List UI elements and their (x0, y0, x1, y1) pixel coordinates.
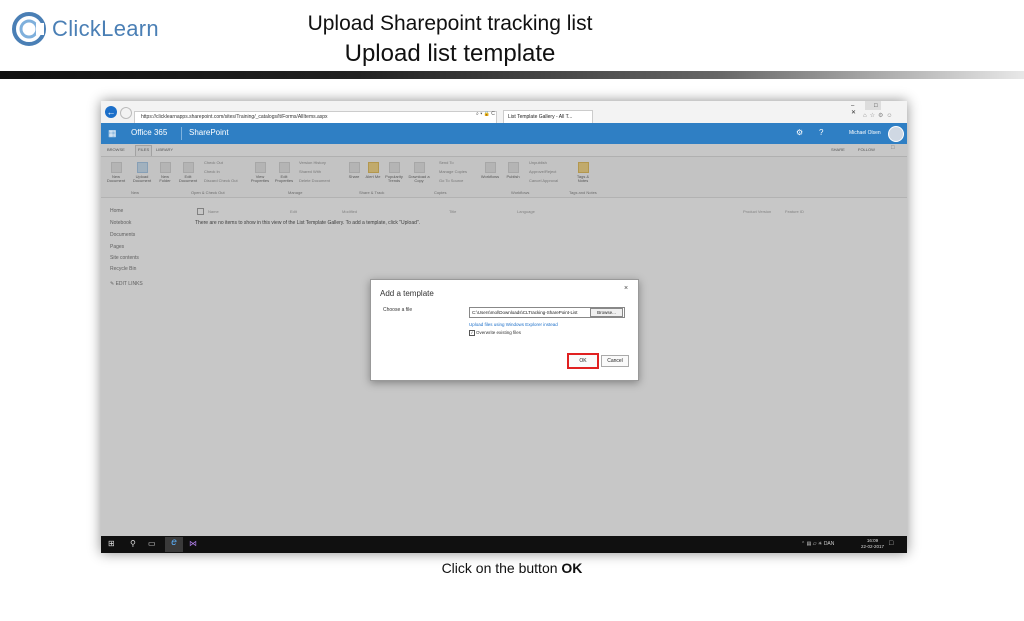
forward-button[interactable] (120, 107, 132, 119)
back-button[interactable]: ← (105, 106, 117, 118)
brand-name: ClickLearn (52, 16, 159, 41)
cancel-button[interactable]: Cancel (601, 355, 629, 367)
instruction-target: OK (561, 560, 583, 576)
visual-studio-icon[interactable]: ⋈ (189, 539, 197, 548)
taskbar: ⊞ ⚲ ▭ e ⋈ ⌃ ▤ ▱ ☀ DAN 16:09 22-02-2017 □ (101, 536, 907, 553)
add-template-dialog: Add a template × Choose a file C:\Users\… (370, 279, 639, 381)
dialog-title: Add a template (380, 289, 434, 298)
search-icon[interactable]: ⚲ (130, 539, 136, 548)
browser-icons[interactable]: ⌂☆⚙☺ (863, 112, 896, 119)
office365-title[interactable]: Office 365 (131, 128, 167, 137)
checkbox-check-icon[interactable]: ✓ (469, 330, 475, 336)
suite-bar: ▦ Office 365 SharePoint ⚙ ? Michael Olse… (101, 123, 907, 144)
internet-explorer-icon[interactable]: e (165, 537, 183, 552)
task-view-icon[interactable]: ▭ (148, 539, 156, 548)
ok-button[interactable]: OK (567, 353, 599, 369)
instruction-text: Click on the button OK (441, 560, 583, 576)
slide-title: Upload Sharepoint tracking list (307, 12, 593, 35)
windows-explorer-link[interactable]: Upload files using Windows Explorer inst… (469, 322, 558, 327)
browser-toolbar: ← https://clicklearnapps.sharepoint.com/… (101, 101, 907, 124)
file-path[interactable]: C:\Users\mol\Downloads\CLTracking-ShareP… (472, 309, 586, 316)
clicklearn-logo: ClickLearn (12, 12, 159, 46)
address-tools[interactable]: ⌕ ▾ 🔒 C (476, 111, 495, 117)
windows-start-icon[interactable]: ⊞ (108, 539, 115, 548)
app-launcher-icon[interactable]: ▦ (108, 128, 117, 139)
system-tray[interactable]: ⌃ ▤ ▱ ☀ DAN (801, 541, 834, 547)
taskbar-clock[interactable]: 16:09 22-02-2017 (861, 538, 884, 550)
sharepoint-title[interactable]: SharePoint (189, 128, 229, 137)
suite-separator (181, 127, 182, 140)
browse-button[interactable]: Browse... (590, 308, 623, 317)
tray-icons[interactable]: ⌃ ▤ ▱ ☀ (801, 541, 824, 547)
choose-file-label: Choose a file (383, 307, 413, 313)
notifications-icon[interactable]: □ (889, 540, 893, 547)
browser-tab[interactable]: List Template Gallery - All T... (503, 110, 593, 123)
help-icon[interactable]: ? (819, 128, 823, 137)
slide-subtitle: Upload list template (344, 40, 556, 67)
language-indicator[interactable]: DAN (824, 541, 835, 547)
clicklearn-logo-icon (12, 12, 46, 46)
overwrite-checkbox[interactable]: ✓ Overwrite existing files (469, 330, 521, 336)
user-name[interactable]: Michael Olsen (849, 130, 881, 136)
embedded-screenshot: ← https://clicklearnapps.sharepoint.com/… (101, 101, 907, 553)
file-input[interactable]: C:\Users\mol\Downloads\CLTracking-ShareP… (469, 307, 625, 318)
header-rule (0, 71, 1024, 79)
close-icon[interactable]: × (624, 285, 628, 292)
gear-icon[interactable]: ⚙ (796, 128, 803, 137)
avatar[interactable] (888, 126, 904, 142)
